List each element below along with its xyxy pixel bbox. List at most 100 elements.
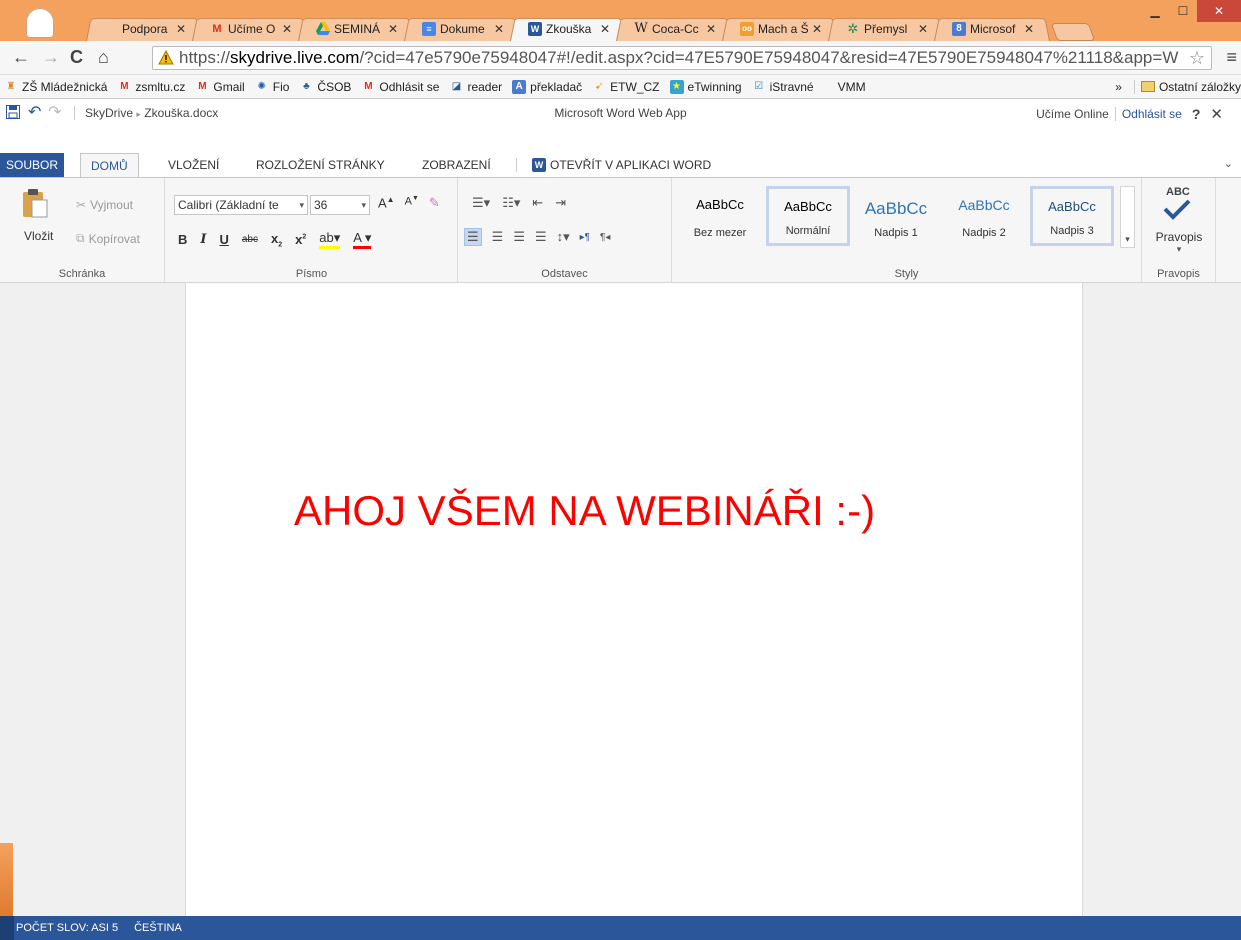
close-tab-icon[interactable]: ✕ [176,22,186,36]
bookmarks-more-button[interactable]: » [1115,80,1122,94]
bookmark-zsmltu[interactable]: Mzsmltu.cz [117,80,185,94]
strikethrough-icon[interactable]: abc [242,234,258,245]
signout-link[interactable]: Odhlásit se [1122,107,1182,121]
cut-label: Vyjmout [90,198,133,212]
tab-zkouska[interactable]: W Zkouška ✕ [510,16,626,41]
justify-icon[interactable]: ☰ [535,229,547,245]
ribbon-collapse-chevron-icon[interactable]: ⌄ [1224,157,1233,170]
tab-mach[interactable]: oo Mach a Š ✕ [722,16,838,41]
close-tab-icon[interactable]: ✕ [494,22,504,36]
tab-podpora[interactable]: Podpora ✕ [86,16,202,41]
bookmark-zs-mladeznicka[interactable]: ♜ ZŠ Mládežnická [4,80,108,94]
close-tab-icon[interactable]: ✕ [388,22,398,36]
font-color-icon[interactable]: A ▾ [353,230,372,249]
bold-icon[interactable]: B [178,232,187,247]
close-tab-icon[interactable]: ✕ [282,22,292,36]
close-tab-icon[interactable]: ✕ [1024,22,1034,36]
rtl-icon[interactable]: ¶◂ [600,232,610,243]
bookmark-reader[interactable]: ◪ reader [449,80,502,94]
subscript-icon[interactable]: x2 [271,231,282,249]
font-size-select[interactable]: 36 ▾ [310,195,370,215]
tab-domu[interactable]: DOMŮ [80,153,139,178]
tab-zobrazeni[interactable]: ZOBRAZENÍ [422,153,491,177]
style-nadpis-3[interactable]: AaBbCc Nadpis 3 [1030,186,1114,246]
reload-icon[interactable]: C [70,47,83,68]
highlight-icon[interactable]: ab▾ [319,230,341,249]
home-icon[interactable]: ⌂ [98,47,109,68]
style-nadpis-1[interactable]: AaBbCc Nadpis 1 [854,186,938,246]
tab-vlozeni[interactable]: VLOŽENÍ [168,153,219,177]
back-arrow-icon[interactable]: ← [12,47,30,68]
bookmark-fio[interactable]: ✺ Fio [255,80,290,94]
spelling-button[interactable]: Pravopis ▾ [1148,230,1210,255]
bookmark-etw[interactable]: ➹ ETW_CZ [592,80,660,94]
underline-icon[interactable]: U [219,232,228,247]
bookmark-istravne[interactable]: ☑ iStravné [752,80,814,94]
user-name[interactable]: Učíme Online [1036,107,1109,121]
address-bar[interactable]: https://skydrive.live.com/?cid=47e5790e7… [152,46,1212,70]
bookmark-label: Fio [272,79,290,94]
tab-microsoft[interactable]: 8 Microsof ✕ [934,16,1050,41]
bookmark-star-icon[interactable]: ☆ [1184,47,1205,69]
forward-arrow-icon[interactable]: → [42,47,60,68]
tab-premysl[interactable]: ✲ Přemysl ✕ [828,16,944,41]
align-center-icon[interactable]: ☰ [492,229,504,245]
word-count[interactable]: POČET SLOV: ASI 5 [16,922,118,934]
tab-ucime[interactable]: M Učíme O ✕ [192,16,308,41]
ltr-icon[interactable]: ▸¶ [580,232,590,243]
shrink-font-icon[interactable]: A▼ [405,195,419,211]
paste-button[interactable]: Vložit [24,229,53,243]
open-in-word-button[interactable]: W OTEVŘÍT V APLIKACI WORD [532,153,711,177]
blank-page-icon [104,22,118,36]
style-bez-mezer[interactable]: AaBbCc Bez mezer [678,186,762,246]
window-close-icon[interactable]: ✕ [1197,0,1241,22]
superscript-icon[interactable]: x2 [295,232,306,247]
tab-dokument[interactable]: ≡ Dokume ✕ [404,16,520,41]
clear-formatting-icon[interactable]: ✎ [429,195,440,211]
decrease-indent-icon[interactable]: ⇤ [532,195,543,211]
paste-icon[interactable] [22,188,48,218]
tab-rozlozeni-stranky[interactable]: ROZLOŽENÍ STRÁNKY [256,153,385,177]
style-normalni[interactable]: AaBbCc Normální [766,186,850,246]
bookmark-csob[interactable]: ♣ ČSOB [299,80,351,94]
profile-avatar-icon[interactable] [26,8,54,38]
close-tab-icon[interactable]: ✕ [600,22,610,36]
document-page[interactable]: AHOJ VŠEM NA WEBINÁŘI :-) [185,283,1083,916]
close-tab-icon[interactable]: ✕ [918,22,928,36]
help-icon[interactable]: ? [1192,106,1201,122]
new-tab-button[interactable] [1054,23,1092,41]
styles-more-button[interactable]: ▾ [1120,186,1135,248]
cut-button[interactable]: ✂ Vyjmout [76,198,133,212]
numbering-icon[interactable]: ☷▾ [502,195,520,211]
language-indicator[interactable]: ČEŠTINA [134,922,182,934]
bookmark-gmail[interactable]: M Gmail [195,80,245,94]
spelling-check-icon[interactable] [1162,198,1192,220]
close-tab-icon[interactable]: ✕ [812,22,822,36]
bookmark-vmm[interactable]: VMM [838,80,866,94]
tab-cocacola[interactable]: W Coca-Cc ✕ [616,16,732,41]
close-tab-icon[interactable]: ✕ [706,22,716,36]
style-nadpis-2[interactable]: AaBbCc Nadpis 2 [942,186,1026,246]
tab-soubor[interactable]: SOUBOR [0,153,65,177]
chrome-menu-icon[interactable]: ≡ [1226,47,1237,68]
close-document-icon[interactable]: ✕ [1210,105,1223,123]
italic-icon[interactable]: I [200,232,206,247]
list-tools: ☰▾ ☷▾ ⇤ ⇥ [472,195,566,211]
grow-font-icon[interactable]: A▲ [378,195,395,211]
align-right-icon[interactable]: ☰ [513,229,525,245]
maximize-icon[interactable]: ☐ [1169,0,1197,22]
document-text[interactable]: AHOJ VŠEM NA WEBINÁŘI :-) [294,487,875,535]
bullets-icon[interactable]: ☰▾ [472,195,490,211]
bookmark-odhlasit[interactable]: M Odhlásit se [361,80,439,94]
align-left-icon[interactable]: ☰ [464,228,482,246]
font-name-select[interactable]: Calibri (Základní te ▾ [174,195,308,215]
copy-button[interactable]: ⧉ Kopírovat [76,231,140,246]
line-spacing-icon[interactable]: ↕▾ [557,229,570,245]
other-bookmarks-button[interactable]: Ostatní záložky [1133,79,1241,94]
docs-icon: ≡ [422,21,436,36]
tab-seminar[interactable]: SEMINÁ ✕ [298,16,414,41]
minimize-icon[interactable]: ▁ [1141,0,1169,22]
bookmark-prekladac[interactable]: Apřekladač [512,79,582,94]
bookmark-etwinning[interactable]: ★ eTwinning [669,79,742,94]
increase-indent-icon[interactable]: ⇥ [555,195,566,211]
